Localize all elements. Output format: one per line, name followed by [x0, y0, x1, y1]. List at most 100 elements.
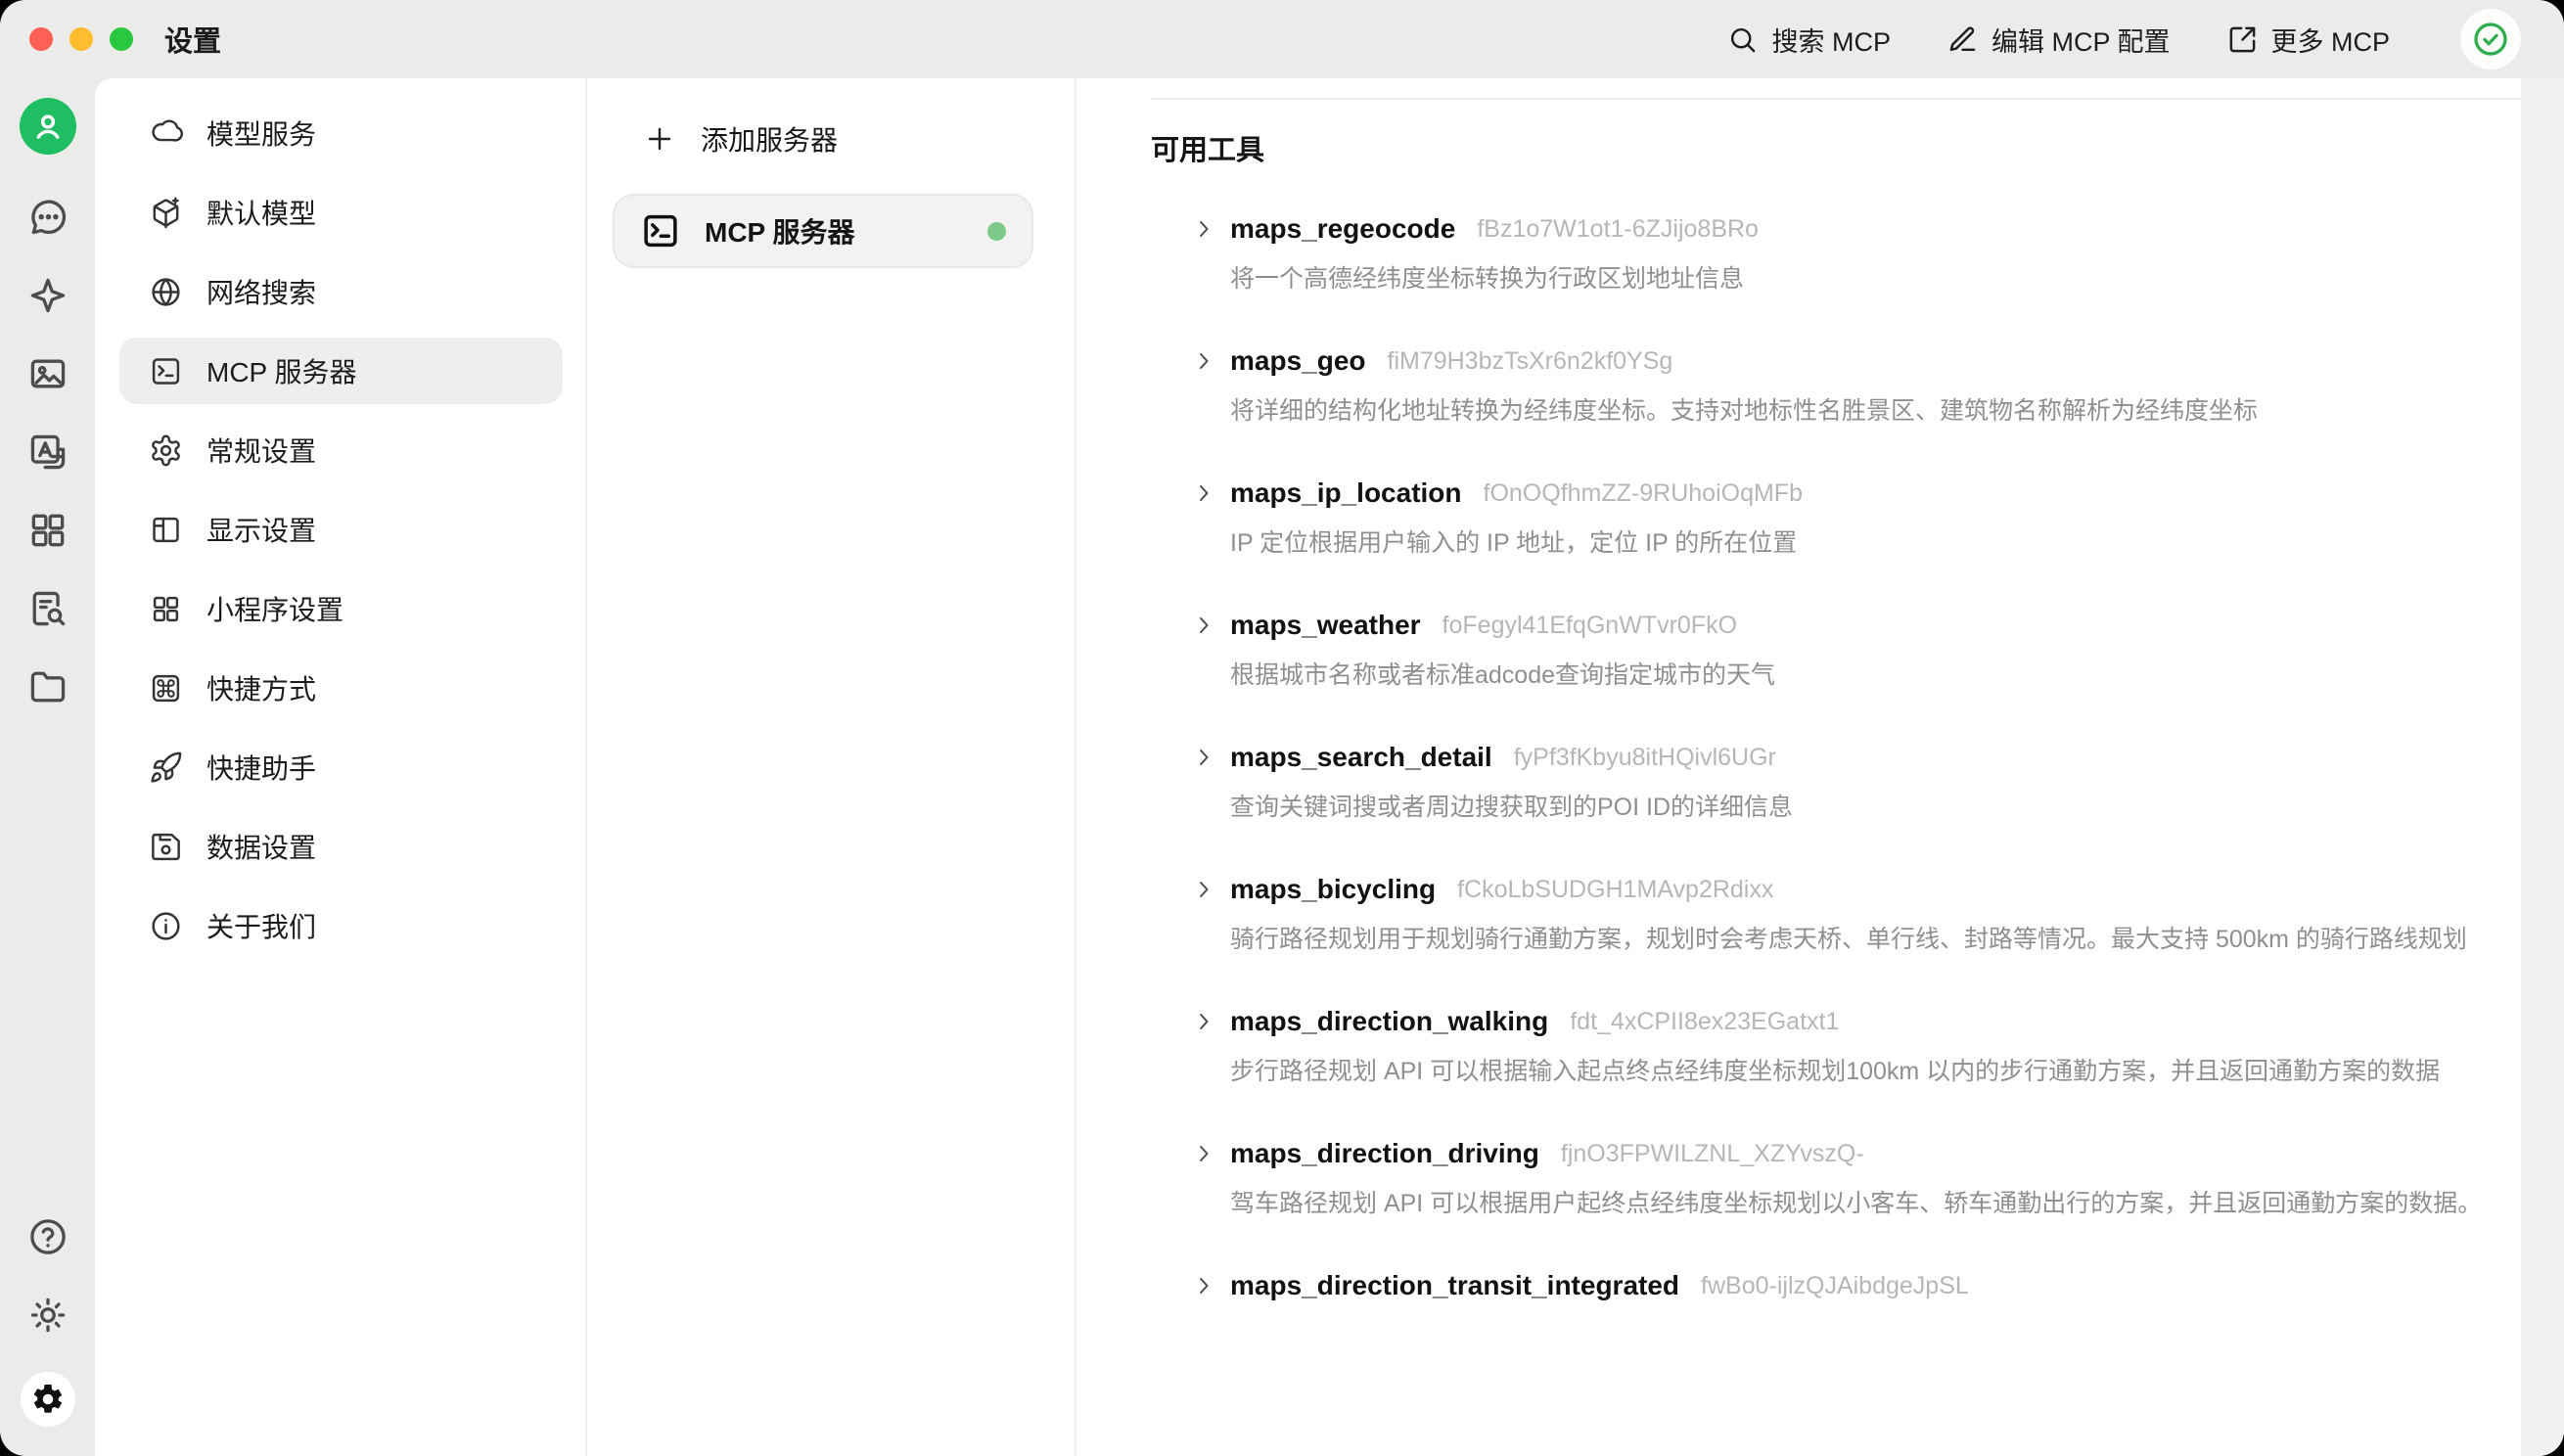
tool-description: IP 定位根据用户输入的 IP 地址，定位 IP 的所在位置 — [1230, 523, 2493, 564]
sidebar-item-about-us[interactable]: 关于我们 — [119, 892, 563, 959]
chevron-right-icon[interactable] — [1189, 743, 1218, 772]
tool-name: maps_ip_location — [1230, 478, 1462, 509]
settings-sidebar: 模型服务 默认模型 网络搜索 MCP 服务器 常规设置 — [95, 78, 587, 1456]
user-avatar[interactable] — [20, 98, 76, 155]
person-icon — [30, 109, 66, 144]
tool-row-header[interactable]: maps_search_detail fyPf3fKbyu8itHQivl6UG… — [1189, 742, 2564, 773]
tool-id: fOnOQfhmZZ-9RUhoiOqMFb — [1484, 479, 1803, 508]
sidebar-item-shortcuts[interactable]: 快捷方式 — [119, 655, 563, 721]
tool-name: maps_direction_driving — [1230, 1138, 1539, 1169]
chevron-right-icon[interactable] — [1189, 1271, 1218, 1300]
sidebar-item-label: 网络搜索 — [206, 272, 316, 311]
tool-row: maps_direction_driving fjnO3FPWILZNL_XZY… — [1151, 1138, 2564, 1224]
edit-icon — [1947, 24, 1978, 55]
tool-description: 驾车路径规划 API 可以根据用户起终点经纬度坐标规划以小客车、轿车通勤出行的方… — [1230, 1183, 2493, 1224]
tool-id: fjnO3FPWILZNL_XZYvszQ- — [1561, 1140, 1864, 1168]
rail-item-chat[interactable] — [26, 178, 69, 256]
sidebar-item-display-settings[interactable]: 显示设置 — [119, 496, 563, 563]
sidebar-item-quick-assistant[interactable]: 快捷助手 — [119, 734, 563, 800]
rail-item-theme-toggle[interactable] — [26, 1276, 69, 1354]
server-card-label: MCP 服务器 — [705, 211, 855, 250]
scrollbar[interactable] — [2521, 78, 2564, 1456]
tool-name: maps_weather — [1230, 610, 1421, 641]
package-icon — [149, 196, 183, 230]
chevron-right-icon[interactable] — [1189, 611, 1218, 640]
layout-icon — [149, 513, 183, 547]
sidebar-item-label: 关于我们 — [206, 906, 316, 945]
sidebar-item-default-models[interactable]: 默认模型 — [119, 179, 563, 246]
rail-item-help[interactable] — [26, 1198, 69, 1276]
tool-row-header[interactable]: maps_weather foFegyl41EfqGnWTvr0FkO — [1189, 610, 2564, 641]
chevron-right-icon[interactable] — [1189, 1007, 1218, 1036]
search-mcp-label: 搜索 MCP — [1771, 21, 1891, 59]
zoom-window-button[interactable] — [110, 27, 133, 51]
server-list-column: 添加服务器 MCP 服务器 — [587, 78, 1076, 1456]
minimize-window-button[interactable] — [69, 27, 93, 51]
rail-item-miniapps[interactable] — [26, 491, 69, 569]
rail-item-translate[interactable] — [26, 413, 69, 491]
chevron-right-icon[interactable] — [1189, 346, 1218, 376]
available-tools-header: 可用工具 — [1151, 127, 2564, 168]
sidebar-item-web-search[interactable]: 网络搜索 — [119, 258, 563, 325]
server-detail-content: 可用工具 maps_regeocode fBz1o7W1ot1-6ZJijo8B… — [1076, 78, 2564, 1456]
chevron-right-icon[interactable] — [1189, 875, 1218, 904]
translate-icon — [26, 431, 69, 474]
rail-item-knowledge[interactable] — [26, 569, 69, 648]
tool-id: foFegyl41EfqGnWTvr0FkO — [1442, 612, 1737, 640]
gear-icon — [149, 433, 183, 468]
sidebar-item-miniprogram-settings[interactable]: 小程序设置 — [119, 575, 563, 642]
settings-window: 设置 搜索 MCP 编辑 MCP 配置 更多 MCP — [0, 0, 2564, 1456]
titlebar-actions: 搜索 MCP 编辑 MCP 配置 更多 MCP — [1727, 9, 2521, 69]
chevron-right-icon[interactable] — [1189, 214, 1218, 244]
chevron-right-icon[interactable] — [1189, 478, 1218, 508]
terminal-icon — [640, 210, 681, 251]
tool-row-header[interactable]: maps_bicycling fCkoLbSUDGH1MAvp2Rdixx — [1189, 874, 2564, 905]
tool-name: maps_direction_walking — [1230, 1006, 1548, 1037]
sidebar-item-label: 数据设置 — [206, 827, 316, 866]
sidebar-item-mcp-servers[interactable]: MCP 服务器 — [119, 338, 563, 404]
titlebar: 设置 搜索 MCP 编辑 MCP 配置 更多 MCP — [0, 0, 2564, 78]
tool-row-header[interactable]: maps_ip_location fOnOQfhmZZ-9RUhoiOqMFb — [1189, 478, 2564, 509]
sidebar-item-model-services[interactable]: 模型服务 — [119, 100, 563, 166]
content-divider — [1151, 98, 2521, 100]
more-mcp-button[interactable]: 更多 MCP — [2227, 21, 2391, 59]
rail-item-files[interactable] — [26, 648, 69, 726]
external-link-icon — [2227, 24, 2258, 55]
terminal-icon — [149, 354, 183, 388]
window-title: 设置 — [164, 19, 221, 60]
sidebar-item-data-settings[interactable]: 数据设置 — [119, 813, 563, 880]
rail-item-images[interactable] — [26, 335, 69, 413]
server-card-mcp[interactable]: MCP 服务器 — [613, 194, 1033, 268]
add-server-button[interactable]: 添加服务器 — [613, 114, 1033, 164]
tool-id: fCkoLbSUDGH1MAvp2Rdixx — [1457, 876, 1773, 904]
tool-row: maps_bicycling fCkoLbSUDGH1MAvp2Rdixx 骑行… — [1151, 874, 2564, 960]
tool-row-header[interactable]: maps_regeocode fBz1o7W1ot1-6ZJijo8BRo — [1189, 213, 2564, 245]
info-icon — [149, 909, 183, 943]
tool-row-header[interactable]: maps_direction_driving fjnO3FPWILZNL_XZY… — [1189, 1138, 2564, 1169]
edit-mcp-config-button[interactable]: 编辑 MCP 配置 — [1947, 21, 2171, 59]
tool-description: 将一个高德经纬度坐标转换为行政区划地址信息 — [1230, 258, 2493, 299]
tool-row-header[interactable]: maps_direction_walking fdt_4xCPII8ex23EG… — [1189, 1006, 2564, 1037]
app-rail — [0, 78, 95, 1456]
search-mcp-button[interactable]: 搜索 MCP — [1727, 21, 1891, 59]
chevron-right-icon[interactable] — [1189, 1139, 1218, 1168]
tool-row-header[interactable]: maps_direction_transit_integrated fwBo0-… — [1189, 1270, 2564, 1301]
tools-list: maps_regeocode fBz1o7W1ot1-6ZJijo8BRo 将一… — [1151, 213, 2564, 1301]
tool-name: maps_geo — [1230, 345, 1366, 377]
mcp-status-check-button[interactable] — [2460, 9, 2521, 69]
rail-item-assistant[interactable] — [26, 256, 69, 335]
sidebar-item-label: 模型服务 — [206, 114, 316, 153]
settings-panel: 模型服务 默认模型 网络搜索 MCP 服务器 常规设置 — [95, 78, 2564, 1456]
tool-id: fdt_4xCPII8ex23EGatxt1 — [1570, 1008, 1839, 1036]
add-server-label: 添加服务器 — [701, 119, 838, 159]
tool-description: 骑行路径规划用于规划骑行通勤方案，规划时会考虑天桥、单行线、封路等情况。最大支持… — [1230, 919, 2493, 960]
sidebar-item-general-settings[interactable]: 常规设置 — [119, 417, 563, 483]
tool-row-header[interactable]: maps_geo fiM79H3bzTsXr6n2kf0YSg — [1189, 345, 2564, 377]
tool-description: 根据城市名称或者标准adcode查询指定城市的天气 — [1230, 655, 2493, 696]
close-window-button[interactable] — [29, 27, 53, 51]
sidebar-item-label: 常规设置 — [206, 431, 316, 470]
rail-item-settings-active[interactable] — [21, 1372, 75, 1427]
server-status-dot — [987, 222, 1006, 241]
save-icon — [149, 830, 183, 864]
tool-row: maps_search_detail fyPf3fKbyu8itHQivl6UG… — [1151, 742, 2564, 828]
